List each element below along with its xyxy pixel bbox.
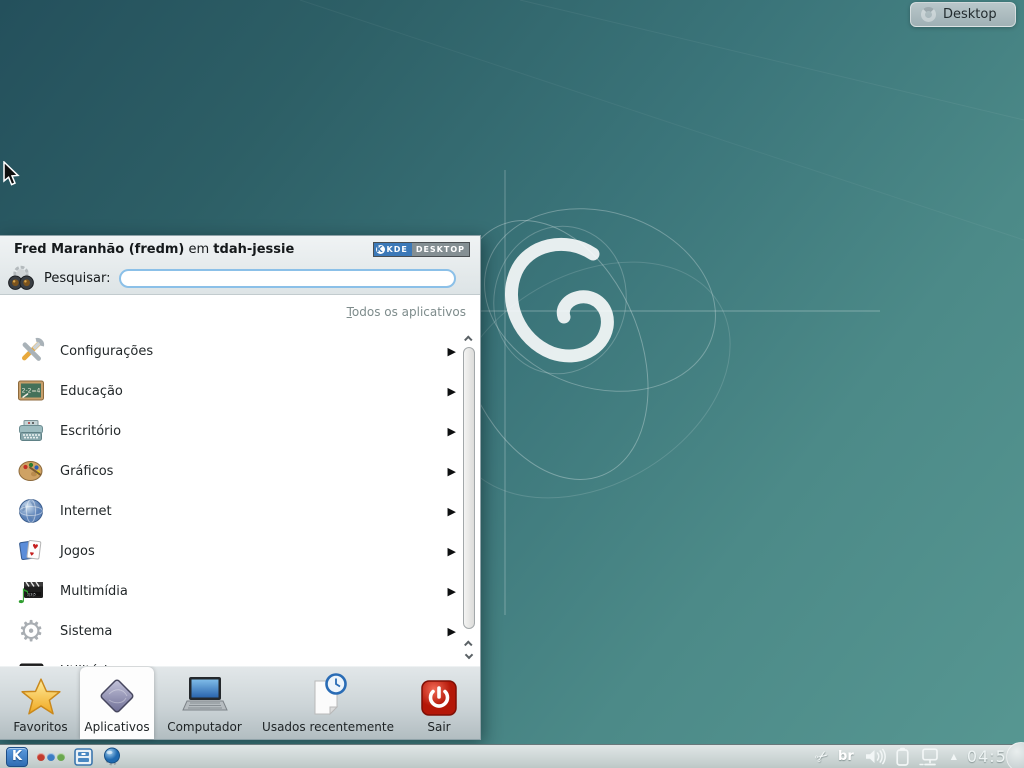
tray-expander-arrow-icon[interactable]: ▲ xyxy=(951,752,957,761)
desktop-toolbox[interactable]: Desktop xyxy=(910,2,1016,27)
category-label: Educação xyxy=(60,384,123,399)
power-icon xyxy=(419,672,459,718)
category-utilitarios[interactable]: Utilitários ▶ xyxy=(0,651,480,666)
category-sistema[interactable]: ⚙ Sistema ▶ xyxy=(0,611,480,651)
clapperboard-note-icon: 2|3|5 ♪ xyxy=(16,576,46,606)
category-educacao[interactable]: 2-2=4 Educação ▶ xyxy=(0,371,480,411)
kde-gear-icon: K xyxy=(376,245,385,254)
diamond-apps-icon xyxy=(95,672,139,718)
category-label: Utilitários xyxy=(60,664,122,667)
scroll-up-icon[interactable] xyxy=(462,333,476,344)
drawer-launcher-icon[interactable] xyxy=(74,748,93,766)
category-label: Multimídia xyxy=(60,584,128,599)
tab-aplicativos[interactable]: Aplicativos xyxy=(80,667,154,739)
category-label: Gráficos xyxy=(60,464,113,479)
keyboard-layout-indicator[interactable]: br xyxy=(838,749,854,764)
tab-label: Aplicativos xyxy=(84,720,149,734)
playing-cards-icon: ♥ ♥ xyxy=(16,536,46,566)
blue-sphere-gear-icon[interactable] xyxy=(102,747,122,766)
title-connector: em xyxy=(184,242,213,257)
submenu-arrow-icon: ▶ xyxy=(448,505,456,518)
debian-swirl xyxy=(511,244,607,355)
binoculars-search-icon xyxy=(6,263,36,293)
toolbox-label: Desktop xyxy=(943,7,997,22)
category-graficos[interactable]: Gráficos ▶ xyxy=(0,451,480,491)
kickoff-launcher-button[interactable]: K xyxy=(6,747,28,767)
category-label: Sistema xyxy=(60,624,112,639)
panel-cashew-icon[interactable] xyxy=(1006,742,1024,768)
submenu-arrow-icon: ▶ xyxy=(448,425,456,438)
kickoff-header: Fred Maranhão (fredm) em tdah-jessie K K… xyxy=(0,236,480,295)
taskbar: K ✂ br xyxy=(0,744,1024,768)
mouse-cursor-icon xyxy=(2,161,22,192)
host-name: tdah-jessie xyxy=(213,242,294,257)
kickoff-tab-bar: Favoritos Aplicativos xyxy=(0,666,480,739)
tab-favoritos[interactable]: Favoritos xyxy=(1,667,80,739)
search-input[interactable] xyxy=(119,269,457,288)
laptop-icon xyxy=(180,672,230,718)
desktop-screen: Desktop Fred Maranhão (fredm) em tdah-je… xyxy=(0,0,1024,768)
scroll-up-icon[interactable] xyxy=(462,638,476,649)
category-label: Jogos xyxy=(60,544,95,559)
kickoff-title: Fred Maranhão (fredm) em tdah-jessie xyxy=(14,242,294,257)
crossed-tools-icon xyxy=(16,336,46,366)
activities-dots-icon[interactable] xyxy=(37,753,65,761)
tab-usados-recentemente[interactable]: Usados recentemente xyxy=(255,667,401,739)
badge-desktop-section: DESKTOP xyxy=(412,243,469,256)
submenu-arrow-icon: ▶ xyxy=(448,625,456,638)
battery-icon[interactable] xyxy=(896,747,909,766)
tab-label: Usados recentemente xyxy=(262,720,394,734)
tab-label: Computador xyxy=(167,720,242,734)
badge-kde-label: KDE xyxy=(387,243,408,256)
breadcrumb-all-applications[interactable]: Todos os aplicativos xyxy=(347,305,466,319)
klipper-scissors-icon[interactable]: ✂ xyxy=(810,745,832,768)
search-label: Pesquisar: xyxy=(44,271,111,286)
badge-desktop-label: DESKTOP xyxy=(416,243,465,256)
category-multimidia[interactable]: 2|3|5 ♪ Multimídia ▶ xyxy=(0,571,480,611)
svg-text:♪: ♪ xyxy=(17,584,30,606)
paint-palette-icon xyxy=(16,456,46,486)
tab-label: Sair xyxy=(427,720,450,734)
scroll-down-icon[interactable] xyxy=(462,649,476,660)
plasma-cashew-icon xyxy=(921,7,936,22)
tab-sair[interactable]: Sair xyxy=(401,667,477,739)
submenu-arrow-icon: ▶ xyxy=(448,385,456,398)
category-label: Internet xyxy=(60,504,112,519)
category-configuracoes[interactable]: Configurações ▶ xyxy=(0,331,480,371)
category-label: Escritório xyxy=(60,424,121,439)
submenu-arrow-icon: ▶ xyxy=(448,585,456,598)
kde-logo-icon: K xyxy=(12,749,22,764)
volume-icon[interactable] xyxy=(864,748,886,765)
search-row: Pesquisar: xyxy=(0,262,480,294)
category-label: Configurações xyxy=(60,344,153,359)
tab-label: Favoritos xyxy=(13,720,67,734)
list-scrollbar[interactable] xyxy=(462,333,476,660)
svg-text:2-2=4: 2-2=4 xyxy=(22,388,41,395)
drawer-icon xyxy=(16,656,46,666)
submenu-arrow-icon: ▶ xyxy=(448,345,456,358)
system-tray: ✂ br ▲ 04:58 xyxy=(815,747,1018,766)
kde-desktop-badge: K KDE DESKTOP xyxy=(373,242,471,257)
globe-icon xyxy=(16,496,46,526)
submenu-arrow-icon: ▶ xyxy=(448,665,456,667)
network-monitor-icon[interactable] xyxy=(919,748,941,766)
category-internet[interactable]: Internet ▶ xyxy=(0,491,480,531)
submenu-arrow-icon: ▶ xyxy=(448,545,456,558)
submenu-arrow-icon: ▶ xyxy=(448,465,456,478)
chalkboard-icon: 2-2=4 xyxy=(16,376,46,406)
star-icon xyxy=(20,672,62,718)
recent-document-clock-icon xyxy=(305,672,351,718)
scrollbar-thumb[interactable] xyxy=(463,347,475,629)
badge-kde-section: K KDE xyxy=(374,243,412,256)
category-jogos[interactable]: ♥ ♥ Jogos ▶ xyxy=(0,531,480,571)
applications-list: Todos os aplicativos Configurações ▶ xyxy=(0,295,480,666)
tab-computador[interactable]: Computador xyxy=(154,667,255,739)
gear-icon: ⚙ xyxy=(16,616,46,646)
category-escritorio[interactable]: Escritório ▶ xyxy=(0,411,480,451)
user-name: Fred Maranhão (fredm) xyxy=(14,242,184,257)
svg-text:♥: ♥ xyxy=(32,543,39,552)
typewriter-icon xyxy=(16,416,46,446)
kickoff-menu: Fred Maranhão (fredm) em tdah-jessie K K… xyxy=(0,235,481,740)
